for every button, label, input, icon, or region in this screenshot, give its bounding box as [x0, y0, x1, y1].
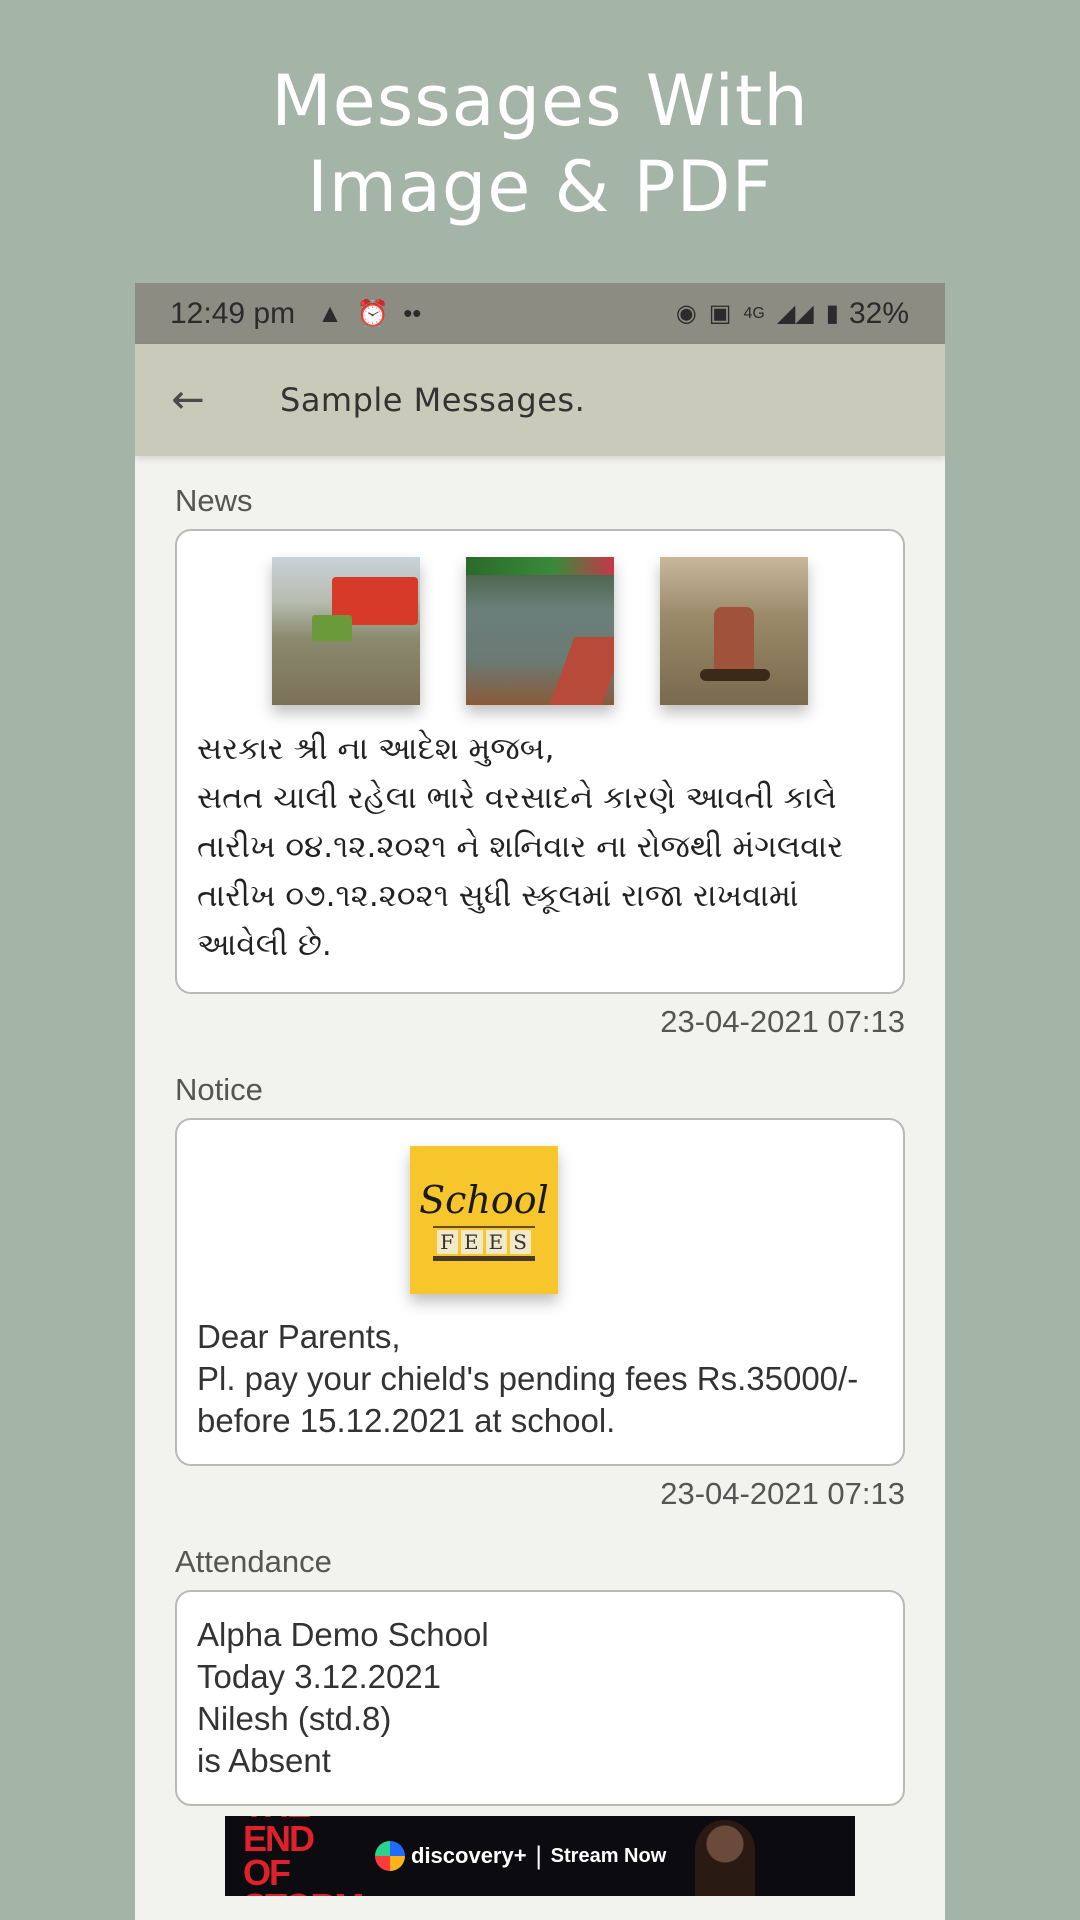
message-text: સરકાર શ્રી ના આદેશ મુજબ, સતત ચાલી રહેલા … [197, 731, 844, 963]
flood-underpass-image[interactable] [466, 557, 614, 705]
discovery-logo-icon [375, 1841, 405, 1871]
ad-headline: THE END OF STORM [243, 1816, 364, 1896]
fees-letter: E [460, 1229, 483, 1254]
fees-letter: S [510, 1229, 531, 1254]
ad-separator: | [534, 1842, 543, 1870]
message-card[interactable]: Alpha Demo School Today 3.12.2021 Nilesh… [175, 1590, 905, 1806]
message-text: Alpha Demo School Today 3.12.2021 Nilesh… [197, 1616, 489, 1779]
volte-icon: ▣ [708, 300, 732, 327]
image-attachments: School F E E S [197, 1146, 883, 1294]
message-timestamp: 23-04-2021 07:13 [660, 1476, 905, 1511]
app-bar: ← Sample Messages. [135, 344, 945, 456]
school-fees-image[interactable]: School F E E S [410, 1146, 558, 1294]
back-button[interactable]: ← [155, 367, 221, 433]
ad-brand: discovery+ [411, 1843, 527, 1868]
message-category: Attendance [175, 1544, 332, 1579]
promo-title: Messages With Image & PDF [0, 58, 1080, 230]
battery-percent: 32% [848, 296, 909, 330]
ad-cta: Stream Now [550, 1844, 667, 1867]
school-fees-image-fees: F E E S [433, 1225, 535, 1261]
ad-person-image [695, 1820, 755, 1896]
flood-street-image[interactable] [272, 557, 420, 705]
image-attachments [197, 557, 883, 705]
school-fees-image-school: School [419, 1177, 549, 1222]
alarm-icon: ⏰ [356, 298, 390, 328]
ad-banner[interactable]: THE END OF STORM discovery+ | Stream Now [225, 1816, 855, 1896]
network-type: 4G [743, 304, 765, 322]
promo-title-line1: Messages With [271, 60, 809, 142]
flood-boat-image[interactable] [660, 557, 808, 705]
promo-title-line2: Image & PDF [307, 146, 773, 228]
warning-icon: ▲ [317, 298, 343, 328]
signal-icon: ◢◢ [776, 300, 814, 327]
message-text: Dear Parents, Pl. pay your chield's pend… [197, 1318, 859, 1439]
message-timestamp: 23-04-2021 07:13 [660, 1004, 905, 1039]
message-card[interactable]: સરકાર શ્રી ના આદેશ મુજબ, સતત ચાલી રહેલા … [175, 529, 905, 994]
hotspot-icon: ◉ [675, 300, 697, 327]
status-bar: 12:49 pm ▲ ⏰ •• ◉ ▣ 4G ◢◢ ▮ 32% [135, 283, 945, 344]
phone-screen: 12:49 pm ▲ ⏰ •• ◉ ▣ 4G ◢◢ ▮ 32% ← Sample… [135, 283, 945, 1920]
fees-letter: F [437, 1229, 458, 1254]
battery-icon: ▮ [825, 300, 839, 327]
message-category: Notice [175, 1072, 263, 1107]
message-list[interactable]: News સરકાર શ્રી ના આદેશ મુજબ, સતત ચાલી ર… [135, 483, 945, 1896]
message-category: News [175, 483, 253, 518]
more-dots-icon: •• [403, 298, 422, 328]
arrow-back-icon: ← [171, 377, 205, 423]
fees-letter: E [485, 1229, 508, 1254]
page-title: Sample Messages. [280, 381, 586, 419]
status-time: 12:49 pm [170, 296, 296, 330]
message-card[interactable]: School F E E S Dear Parents, Pl. pay you… [175, 1118, 905, 1466]
